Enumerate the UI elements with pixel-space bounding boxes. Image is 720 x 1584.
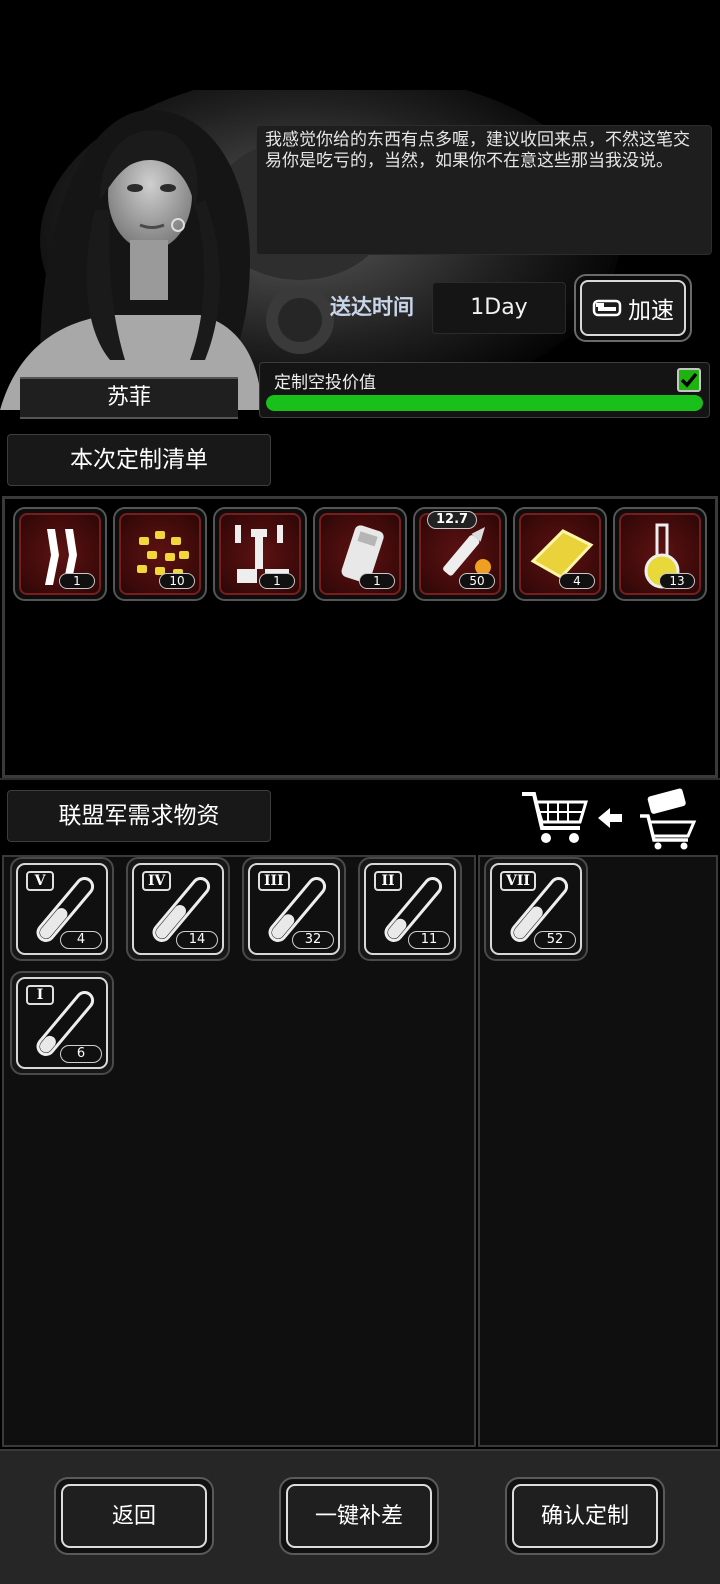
caliber-tag: 12.7	[427, 511, 478, 529]
order-cart-icon	[640, 788, 697, 850]
tier-label: V	[26, 871, 54, 891]
checkmark-icon	[677, 368, 701, 392]
sample-item[interactable]: VII 52	[484, 857, 588, 961]
sample-item[interactable]: V 4	[10, 857, 114, 961]
npc-dialogue-bubble: 我感觉你给的东西有点多喔，建议收回来点，不然这笔交易你是吃亏的，当然，如果你不在…	[256, 125, 712, 255]
demand-title: 联盟军需求物资	[7, 790, 271, 842]
fill-gap-button[interactable]: 一键补差	[279, 1477, 439, 1555]
order-item[interactable]: 12.7 50	[413, 507, 507, 601]
item-count: 1	[259, 573, 295, 589]
sample-item[interactable]: III 32	[242, 857, 346, 961]
npc-name: 苏菲	[106, 385, 151, 410]
demand-available-panel: V 4 IV 14 III 32 II 11 I 6	[2, 855, 476, 1447]
tier-label: IV	[142, 871, 172, 891]
order-list-panel: 1 10 1 1 12.7 50 4 13	[2, 496, 718, 778]
airdrop-value-label: 定制空投价值	[274, 373, 376, 393]
order-item[interactable]: 1	[313, 507, 407, 601]
speed-up-button-face[interactable]: 加速	[580, 280, 686, 336]
order-item[interactable]: 10	[113, 507, 207, 601]
npc-dialogue-text: 我感觉你给的东西有点多喔，建议收回来点，不然这笔交易你是吃亏的，当然，如果你不在…	[265, 130, 690, 171]
arrow-left-icon	[598, 808, 622, 828]
confirm-order-button[interactable]: 确认定制	[505, 1477, 665, 1555]
shopping-cart-icon	[522, 792, 589, 843]
confirm-order-button-label[interactable]: 确认定制	[512, 1484, 658, 1548]
airdrop-value-fill	[266, 395, 703, 411]
speed-up-label: 加速	[628, 298, 674, 324]
npc-name-plate: 苏菲	[20, 377, 238, 419]
tier-label: III	[258, 871, 290, 891]
item-count: 10	[159, 573, 195, 589]
divider	[0, 778, 720, 780]
item-count: 50	[459, 573, 495, 589]
order-item[interactable]: 1	[13, 507, 107, 601]
back-button[interactable]: 返回	[54, 1477, 214, 1555]
item-count: 11	[408, 931, 450, 949]
order-list-title: 本次定制清单	[7, 434, 271, 486]
order-item[interactable]: 13	[613, 507, 707, 601]
item-count: 32	[292, 931, 334, 949]
bottom-action-bar: 返回 一键补差 确认定制	[0, 1449, 720, 1584]
tier-label: I	[26, 985, 54, 1005]
item-count: 1	[359, 573, 395, 589]
sample-item[interactable]: I 6	[10, 971, 114, 1075]
tier-label: VII	[500, 871, 536, 891]
cart-transfer-indicator	[520, 786, 710, 852]
item-count: 6	[60, 1045, 102, 1063]
sample-item[interactable]: II 11	[358, 857, 462, 961]
sample-item[interactable]: IV 14	[126, 857, 230, 961]
airdrop-value-track	[266, 395, 703, 411]
item-count: 13	[659, 573, 695, 589]
item-count: 4	[60, 931, 102, 949]
fill-gap-button-label[interactable]: 一键补差	[286, 1484, 432, 1548]
airdrop-value-meter: 定制空投价值	[259, 362, 710, 418]
delivery-time-value: 1Day	[432, 282, 566, 334]
truck-icon	[592, 299, 622, 317]
demand-selected-panel: VII 52	[478, 855, 718, 1447]
speed-up-button[interactable]: 加速	[574, 274, 692, 342]
tier-label: II	[374, 871, 402, 891]
delivery-time-label: 送达时间	[330, 295, 414, 319]
item-count: 52	[534, 931, 576, 949]
order-item[interactable]: 1	[213, 507, 307, 601]
item-count: 4	[559, 573, 595, 589]
back-button-label[interactable]: 返回	[61, 1484, 207, 1548]
order-item[interactable]: 4	[513, 507, 607, 601]
item-count: 14	[176, 931, 218, 949]
item-count: 1	[59, 573, 95, 589]
